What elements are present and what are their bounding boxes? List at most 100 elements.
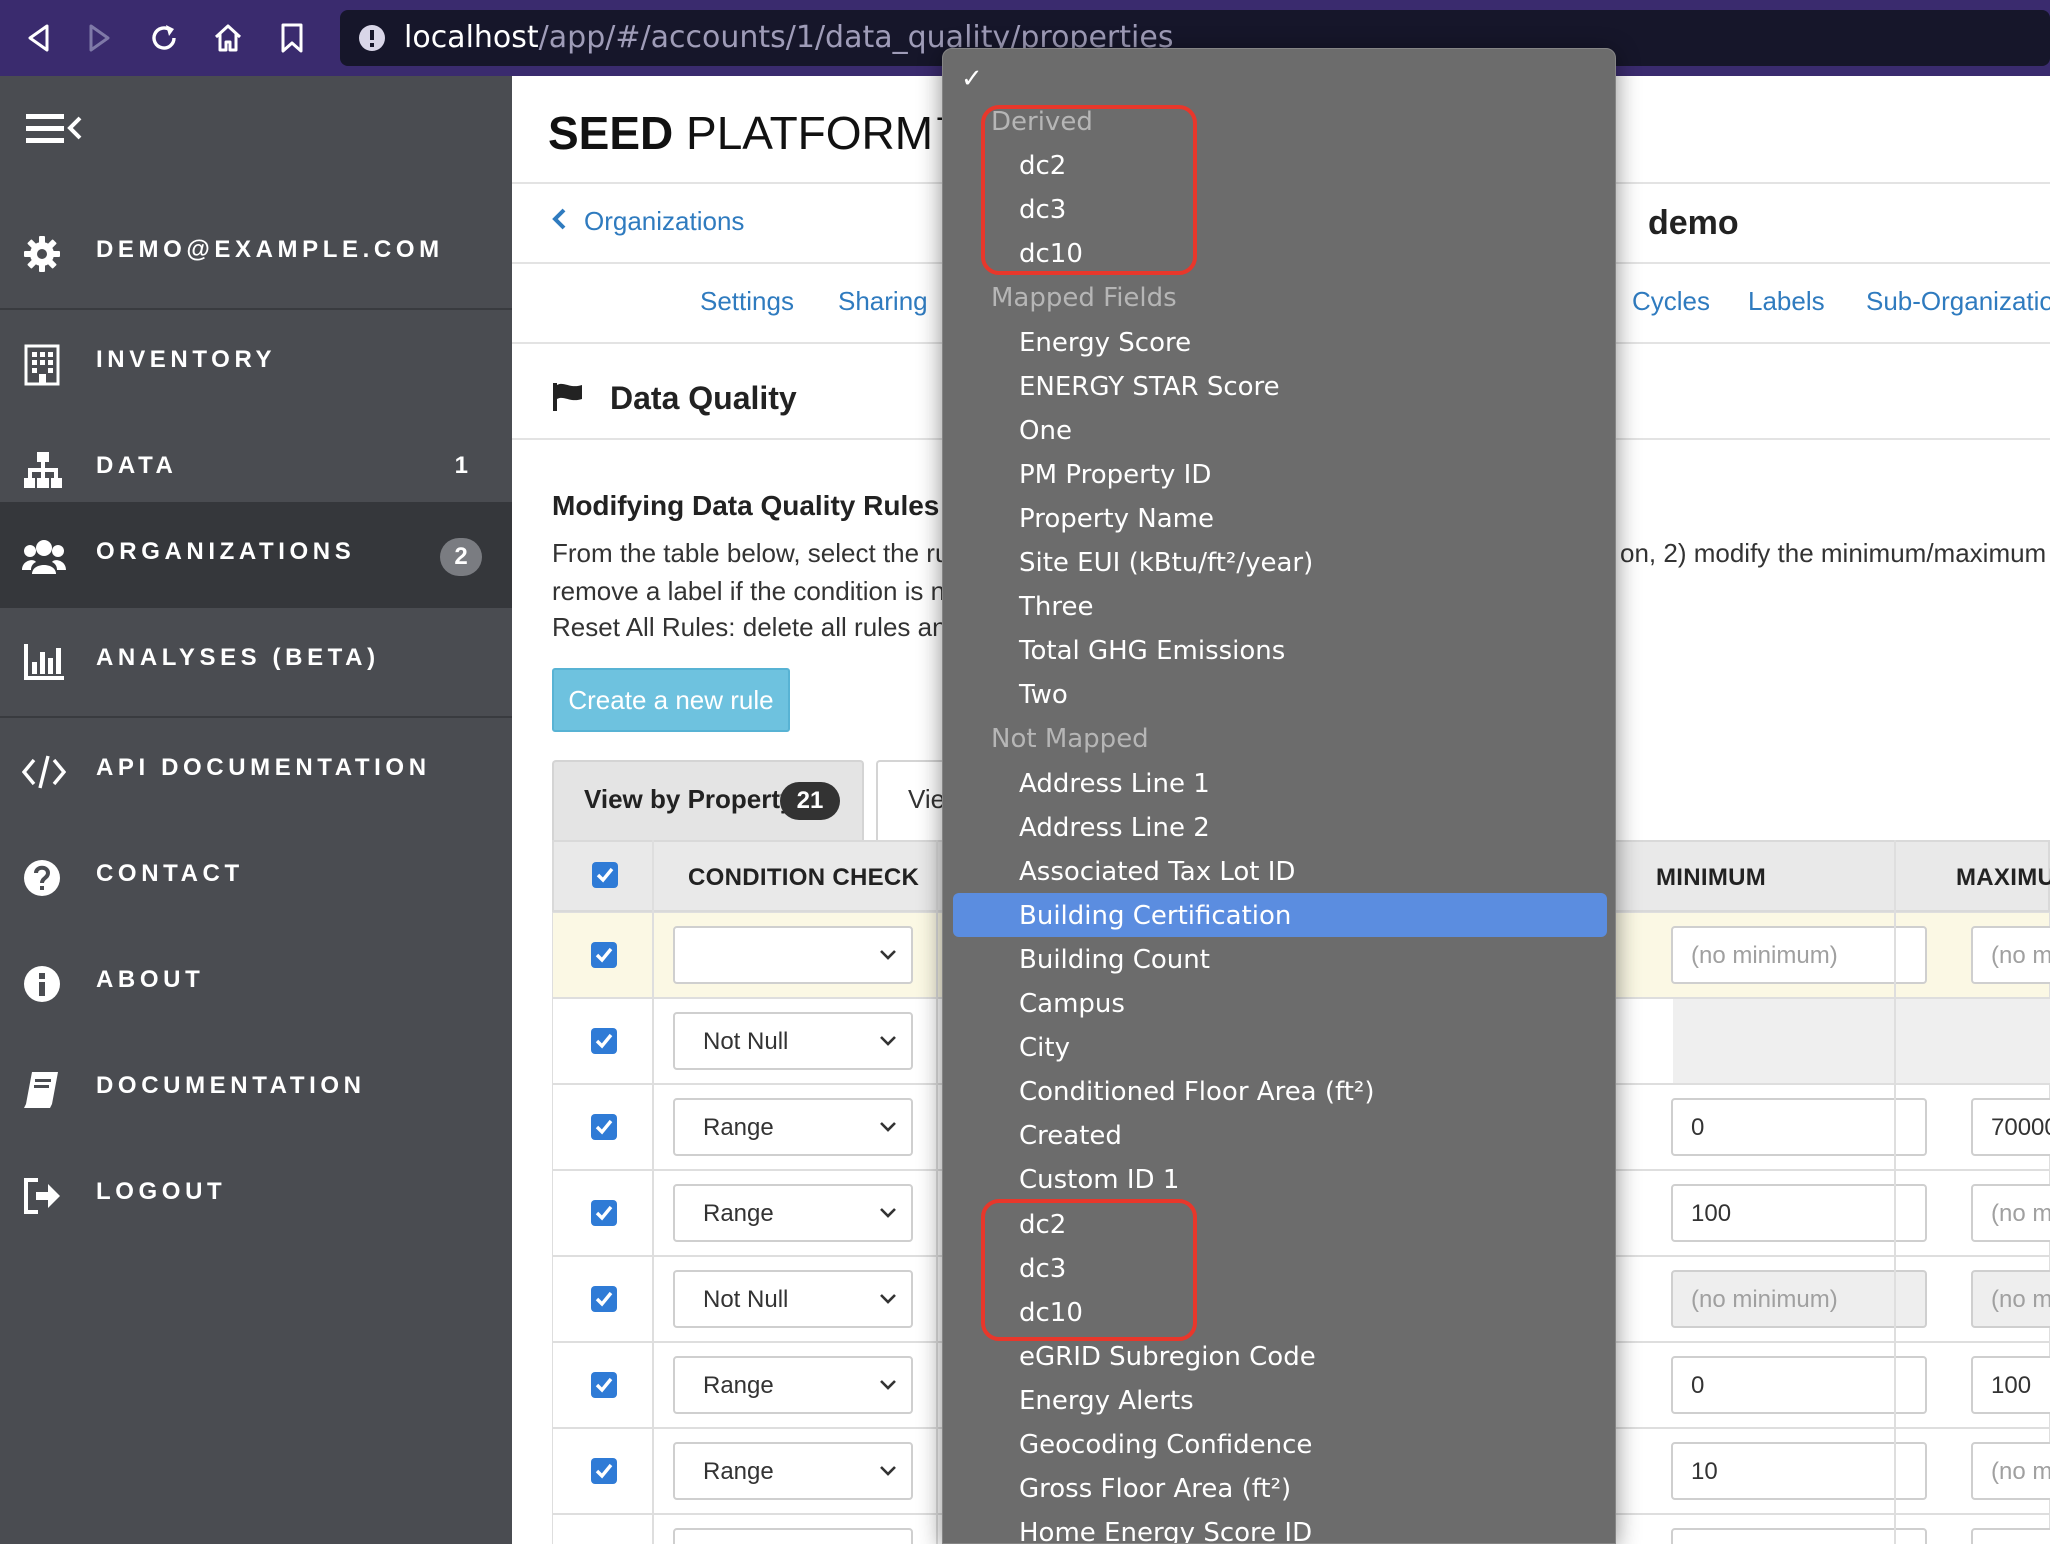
dropdown-option[interactable]: Address Line 2 — [1019, 813, 1210, 843]
back-icon[interactable] — [14, 14, 62, 62]
dropdown-option[interactable]: Associated Tax Lot ID — [1019, 857, 1295, 887]
maximum-input[interactable]: 7000000 — [1971, 1098, 2050, 1156]
minimum-input[interactable]: 0 — [1671, 1356, 1927, 1414]
sidebar-item-contact[interactable]: CONTACT — [0, 824, 512, 930]
annotation-box — [981, 105, 1197, 275]
chevron-down-icon — [879, 1378, 897, 1396]
create-rule-button[interactable]: Create a new rule — [552, 668, 790, 732]
dropdown-option[interactable]: Gross Floor Area (ft²) — [1019, 1474, 1291, 1504]
tab-labels[interactable]: Labels — [1748, 286, 1825, 317]
dropdown-option[interactable]: Energy Score — [1019, 328, 1191, 358]
dropdown-option[interactable]: Three — [1019, 592, 1093, 622]
row-checkbox[interactable] — [591, 1458, 617, 1484]
code-icon — [21, 752, 67, 792]
tab-sharing[interactable]: Sharing — [838, 286, 928, 317]
sidebar-item-label: ANALYSES (BETA) — [96, 644, 380, 671]
dropdown-option[interactable]: Energy Alerts — [1019, 1386, 1194, 1416]
dropdown-option[interactable]: One — [1019, 416, 1072, 446]
dropdown-group-label: Mapped Fields — [991, 283, 1177, 313]
dropdown-option[interactable]: Campus — [1019, 989, 1125, 1019]
breadcrumb-organizations[interactable]: Organizations — [552, 206, 744, 237]
dropdown-option[interactable]: Address Line 1 — [1019, 769, 1210, 799]
dropdown-option[interactable]: Two — [1019, 680, 1068, 710]
sidebar-item-api-documentation[interactable]: API DOCUMENTATION — [0, 718, 512, 824]
sidebar-toggle-icon[interactable] — [24, 106, 84, 152]
checkmark-icon: ✓ — [961, 63, 983, 93]
condition-select[interactable]: Range — [673, 1098, 913, 1156]
maximum-input[interactable]: 7000000 — [1971, 1528, 2050, 1544]
dropdown-option[interactable]: PM Property ID — [1019, 460, 1211, 490]
minimum-input[interactable]: (no minimum) — [1671, 1270, 1927, 1328]
condition-select[interactable] — [673, 926, 913, 984]
condition-select[interactable]: Not Null — [673, 1270, 913, 1328]
dropdown-option[interactable]: Building Certification — [1019, 901, 1291, 931]
dropdown-option[interactable]: Site EUI (kBtu/ft²/year) — [1019, 548, 1313, 578]
sidebar-item-about[interactable]: ABOUT — [0, 930, 512, 1036]
condition-value: Range — [703, 1200, 774, 1227]
row-checkbox[interactable] — [591, 1286, 617, 1312]
row-checkbox[interactable] — [591, 1114, 617, 1140]
column-header-condition[interactable]: CONDITION CHECK — [688, 864, 919, 892]
condition-select[interactable]: Range — [673, 1356, 913, 1414]
sidebar-item-organizations[interactable]: ORGANIZATIONS 2 — [0, 502, 512, 608]
maximum-input[interactable]: (no maximur — [1971, 926, 2050, 984]
flag-icon — [552, 382, 586, 412]
dropdown-option[interactable]: Created — [1019, 1121, 1122, 1151]
minimum-input[interactable]: 100 — [1671, 1184, 1927, 1242]
row-checkbox[interactable] — [591, 942, 617, 968]
dropdown-option[interactable]: ENERGY STAR Score — [1019, 372, 1280, 402]
sidebar-item-label: DATA — [96, 452, 178, 479]
row-checkbox[interactable] — [591, 1028, 617, 1054]
bar-chart-icon — [22, 642, 64, 682]
minimum-input[interactable]: 100 — [1671, 1528, 1927, 1544]
sidebar-item-logout[interactable]: LOGOUT — [0, 1142, 512, 1248]
condition-select[interactable]: Range — [673, 1528, 913, 1544]
tab-view-by-property[interactable]: View by Property 21 — [552, 760, 864, 840]
condition-select[interactable]: Not Null — [673, 1012, 913, 1070]
dropdown-group-label: Not Mapped — [991, 724, 1149, 754]
dropdown-option[interactable]: Conditioned Floor Area (ft²) — [1019, 1077, 1374, 1107]
minimum-input[interactable]: 0 — [1671, 1098, 1927, 1156]
maximum-input[interactable]: (no maximur — [1971, 1184, 2050, 1242]
users-icon — [22, 536, 66, 576]
info-icon[interactable] — [358, 24, 386, 52]
sidebar-item-analyses[interactable]: ANALYSES (BETA) — [0, 608, 512, 714]
dropdown-option[interactable]: Property Name — [1019, 504, 1214, 534]
maximum-input[interactable]: (no maximur — [1971, 1270, 2050, 1328]
chevron-down-icon — [879, 948, 897, 966]
column-header-minimum[interactable]: MINIMUM — [1656, 864, 1766, 892]
minimum-input[interactable]: (no minimum) — [1671, 926, 1927, 984]
property-count-badge: 21 — [780, 782, 840, 820]
maximum-input-value: 7000000 — [1991, 1114, 2050, 1141]
maximum-input[interactable]: (no maximur — [1971, 1442, 2050, 1500]
forward-icon[interactable] — [76, 14, 124, 62]
select-all-checkbox[interactable] — [592, 862, 618, 888]
dropdown-option[interactable]: City — [1019, 1033, 1070, 1063]
sidebar-item-label: CONTACT — [96, 860, 244, 887]
column-header-maximum[interactable]: MAXIMUM — [1956, 864, 2050, 892]
condition-select[interactable]: Range — [673, 1442, 913, 1500]
condition-select[interactable]: Range — [673, 1184, 913, 1242]
minimum-input[interactable]: 10 — [1671, 1442, 1927, 1500]
tab-settings[interactable]: Settings — [700, 286, 794, 317]
maximum-input[interactable]: 100 — [1971, 1356, 2050, 1414]
row-checkbox[interactable] — [591, 1372, 617, 1398]
description-line: remove a label if the condition is n — [552, 576, 946, 606]
dropdown-option[interactable]: Custom ID 1 — [1019, 1165, 1179, 1195]
tab-sub-organizations[interactable]: Sub-Organizatio — [1866, 286, 2050, 317]
dropdown-option[interactable]: Total GHG Emissions — [1019, 636, 1285, 666]
info-icon — [22, 964, 64, 1004]
home-icon[interactable] — [204, 14, 252, 62]
dropdown-option[interactable]: Geocoding Confidence — [1019, 1430, 1312, 1460]
sidebar-item-account[interactable]: DEMO@EXAMPLE.COM — [0, 200, 512, 306]
sidebar-item-inventory[interactable]: INVENTORY — [0, 310, 512, 416]
dropdown-option[interactable]: Building Count — [1019, 945, 1210, 975]
sidebar-item-label: INVENTORY — [96, 346, 277, 373]
dropdown-option[interactable]: Home Energy Score ID — [1019, 1518, 1312, 1543]
reload-icon[interactable] — [140, 14, 188, 62]
tab-cycles[interactable]: Cycles — [1632, 286, 1710, 317]
row-checkbox[interactable] — [591, 1200, 617, 1226]
bookmark-icon[interactable] — [268, 14, 316, 62]
sidebar-item-documentation[interactable]: DOCUMENTATION — [0, 1036, 512, 1142]
dropdown-option[interactable]: eGRID Subregion Code — [1019, 1342, 1316, 1372]
